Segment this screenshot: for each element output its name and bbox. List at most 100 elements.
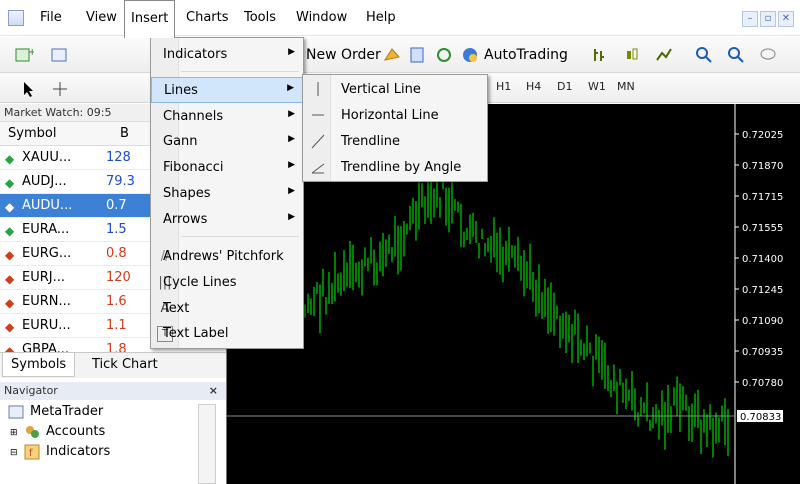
bid-cell: 120 [106, 270, 131, 285]
menu-item-channels[interactable]: Channels ▶ [151, 104, 303, 130]
vertical-line-icon [317, 82, 319, 96]
symbol-cell: AUDU... [22, 198, 73, 213]
close-icon[interactable]: ✕ [778, 11, 794, 27]
menu-item-fibonacci[interactable]: Fibonacci ▶ [151, 155, 303, 181]
symbol-cell: AUDJ... [22, 174, 67, 189]
bar-chart-icon[interactable] [590, 45, 610, 65]
menu-item-label: Indicators [163, 47, 228, 62]
bid-cell: 79.3 [106, 174, 135, 189]
price-label: 0.71400 [742, 254, 783, 265]
chat-icon[interactable] [758, 45, 778, 65]
tab-symbols[interactable]: Symbols [2, 353, 76, 377]
zoom-out-icon[interactable] [726, 45, 746, 65]
column-symbol[interactable]: Symbol [8, 126, 56, 141]
timeframe-h1[interactable]: H1 [496, 80, 511, 93]
expand-icon[interactable]: ⊞ [10, 428, 18, 438]
submenu-arrow-icon: ▶ [287, 83, 294, 93]
current-price-label: 0.70833 [740, 412, 781, 423]
symbol-cell: XAUU... [22, 150, 72, 165]
nav-item-metatrader[interactable]: MetaTrader [30, 404, 103, 419]
price-label: 0.71870 [742, 161, 783, 172]
timeframe-h4[interactable]: H4 [526, 80, 541, 93]
menu-help[interactable]: Help [366, 0, 396, 36]
menu-item-trendline-by-angle[interactable]: Trendline by Angle [303, 155, 487, 180]
menu-item-gann[interactable]: Gann ▶ [151, 129, 303, 155]
cursor-icon[interactable] [18, 79, 38, 99]
menu-item-label: Gann [163, 134, 198, 149]
menu-item-label: Trendline by Angle [341, 160, 462, 175]
new-chart-icon[interactable]: + [14, 45, 34, 65]
restore-icon[interactable]: ▫ [760, 11, 776, 27]
nav-item-accounts[interactable]: Accounts [46, 424, 105, 439]
up-arrow-icon: ◆ [5, 224, 15, 238]
menu-tools[interactable]: Tools [244, 0, 276, 36]
candlestick-icon[interactable] [622, 45, 642, 65]
menu-item-label: Cycle Lines [163, 275, 237, 290]
menu-item-horizontal-line[interactable]: Horizontal Line [303, 103, 487, 128]
menu-item-vertical-line[interactable]: Vertical Line [303, 77, 487, 102]
bid-cell: 128 [106, 150, 131, 165]
menu-file[interactable]: File [40, 0, 62, 36]
menu-window[interactable]: Window [296, 0, 347, 36]
menu-bar: File View Insert Charts Tools Window Hel… [0, 0, 800, 38]
down-arrow-icon: ◆ [5, 248, 15, 262]
menu-item-shapes[interactable]: Shapes ▶ [151, 181, 303, 207]
symbol-cell: EURJ... [22, 270, 65, 285]
menu-item-label: Arrows [163, 212, 208, 227]
close-icon[interactable]: × [209, 382, 218, 400]
navigator-icon[interactable] [408, 45, 428, 65]
price-label: 0.70935 [742, 347, 783, 358]
metatrader-icon [8, 405, 24, 419]
minimize-icon[interactable]: – [742, 11, 758, 27]
price-label: 0.70780 [742, 378, 783, 389]
price-label: 0.71715 [742, 192, 783, 203]
insert-menu: Indicators ▶ Lines ▶ Channels ▶ Gann ▶ Fibon… [150, 37, 304, 349]
menu-item-andrews-pitchfork[interactable]: //Andrews' Pitchfork [151, 244, 303, 270]
main-toolbar: + New Order AutoTrading [0, 37, 800, 73]
crosshair-icon[interactable] [50, 79, 70, 99]
window-controls: – ▫ ✕ [740, 10, 794, 27]
trendline-angle-icon [311, 163, 325, 174]
timeframe-mn[interactable]: MN [617, 80, 635, 93]
svg-text:f: f [29, 448, 33, 459]
menu-view[interactable]: View [86, 0, 117, 36]
menu-item-label: Text Label [163, 326, 229, 341]
market-watch-tabs: Symbols Tick Chart [0, 352, 226, 378]
down-arrow-icon: ◆ [5, 320, 15, 334]
zoom-in-icon[interactable] [694, 45, 714, 65]
collapse-icon[interactable]: ⊟ [10, 448, 18, 458]
menu-item-label: Vertical Line [341, 82, 421, 97]
autotrading-button[interactable]: AutoTrading [484, 47, 568, 63]
new-order-button[interactable]: New Order [306, 47, 381, 63]
tab-tick-chart[interactable]: Tick Chart [84, 353, 166, 377]
menu-item-text-label[interactable]: T Text Label [151, 321, 303, 347]
line-chart-icon[interactable] [654, 45, 674, 65]
menu-item-label: Horizontal Line [341, 108, 439, 123]
metaeditor-icon[interactable] [382, 45, 402, 65]
autotrading-icon[interactable] [460, 45, 480, 65]
menu-item-trendline[interactable]: Trendline [303, 129, 487, 154]
bid-cell: 1.5 [106, 222, 127, 237]
menu-item-lines[interactable]: Lines ▶ [151, 77, 303, 103]
menu-item-indicators[interactable]: Indicators ▶ [151, 42, 303, 68]
trendline-icon [311, 134, 325, 149]
menu-insert[interactable]: Insert [124, 0, 176, 38]
down-arrow-icon: ◆ [5, 296, 15, 310]
app-icon[interactable] [8, 10, 24, 26]
bid-cell: 1.1 [106, 318, 127, 333]
menu-item-arrows[interactable]: Arrows ▶ [151, 207, 303, 233]
price-label: 0.71090 [742, 316, 783, 327]
timeframe-d1[interactable]: D1 [557, 80, 572, 93]
menu-item-text[interactable]: A Text [151, 296, 303, 322]
navigator-scrollbar[interactable] [198, 404, 216, 484]
timeframe-w1[interactable]: W1 [588, 80, 606, 93]
signal-icon[interactable] [434, 45, 454, 65]
column-bid[interactable]: B [120, 126, 129, 141]
nav-item-indicators[interactable]: Indicators [46, 444, 110, 459]
submenu-arrow-icon: ▶ [288, 160, 295, 170]
submenu-arrow-icon: ▶ [288, 212, 295, 222]
menu-item-cycle-lines[interactable]: ||| Cycle Lines [151, 270, 303, 296]
menu-charts[interactable]: Charts [186, 0, 229, 36]
price-label: 0.71245 [742, 285, 783, 296]
profiles-icon[interactable] [50, 45, 70, 65]
